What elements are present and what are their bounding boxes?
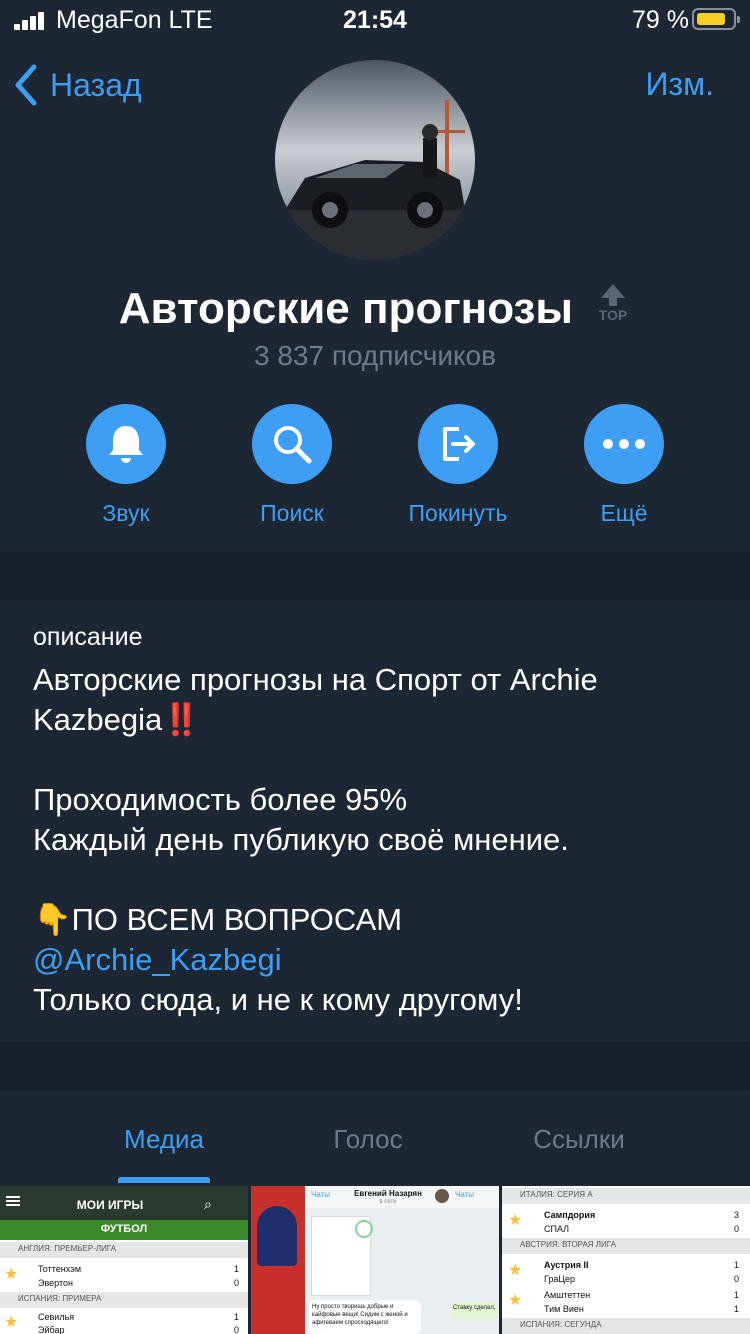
status-bar: MegaFon LTE 21:54 79 % <box>0 0 750 40</box>
tab-media[interactable]: Медиа <box>100 1124 228 1155</box>
thumb-league: АВСТРИЯ: ВТОРАЯ ЛИГА <box>520 1240 616 1249</box>
bell-icon <box>109 426 143 463</box>
star-icon: ★ <box>508 1212 523 1229</box>
tab-links[interactable]: Ссылки <box>508 1124 650 1155</box>
thumb-score: 1 <box>234 1312 240 1322</box>
star-icon: ★ <box>508 1262 523 1279</box>
contact-link[interactable]: @Archie_Kazbegi <box>33 940 723 980</box>
description-text: Авторские прогнозы на Спорт от Archie Ka… <box>33 660 723 1020</box>
leave-icon <box>443 427 475 461</box>
description-line: Авторские прогнозы на Спорт от Archie Ka… <box>33 662 598 737</box>
thumb-message: Ну просто творишь добрые и кайфовые вещи… <box>309 1300 421 1334</box>
search-button[interactable]: Поиск <box>209 404 375 527</box>
thumb-sport: ФУТБОЛ <box>100 1223 148 1235</box>
star-icon: ★ <box>4 1266 19 1283</box>
description-line: Каждый день публикую своё мнение. <box>33 822 569 857</box>
tab-voice[interactable]: Голос <box>304 1124 432 1155</box>
star-icon: ★ <box>508 1292 523 1309</box>
description-line: Только сюда, и не к кому другому! <box>33 982 523 1017</box>
media-tabs: Медиа Голос Ссылки <box>0 1090 750 1186</box>
back-button[interactable]: Назад <box>14 62 142 108</box>
thumb-score: 0 <box>734 1224 740 1234</box>
thumb-team: Эйбар <box>38 1325 65 1334</box>
active-tab-indicator <box>118 1177 210 1183</box>
thumb-league: ИСПАНИЯ: СЕГУНДА <box>520 1320 602 1329</box>
thumb-team: СПАЛ <box>544 1224 570 1234</box>
thumb-score: 1 <box>734 1260 740 1270</box>
thumb-score: 0 <box>234 1278 240 1288</box>
battery-icon <box>692 8 740 30</box>
thumb-league: ИТАЛИЯ: СЕРИЯ А <box>520 1190 593 1199</box>
description-line: ПО ВСЕМ ВОПРОСАМ <box>71 902 403 937</box>
media-thumbnail[interactable]: ИТАЛИЯ: СЕРИЯ А ★ Сампдория 3 СПАЛ 0 АВС… <box>502 1186 750 1334</box>
thumb-contact-name: Евгений Назарян <box>354 1189 422 1198</box>
back-label: Назад <box>50 66 142 103</box>
thumb-contact-status: в сети <box>379 1199 397 1205</box>
pointing-down-emoji: 👇 <box>33 902 72 937</box>
channel-title: Авторские прогнозы TOP <box>0 282 750 337</box>
media-thumbnail[interactable]: Чаты Евгений Назарян в сети Чаты Ну прос… <box>251 1186 499 1334</box>
search-icon <box>274 426 312 464</box>
thumb-score: 0 <box>234 1325 240 1334</box>
thumb-score: 1 <box>734 1290 740 1300</box>
channel-avatar[interactable] <box>275 60 475 260</box>
thumb-league: ИСПАНИЯ: ПРИМЕРА <box>18 1294 102 1303</box>
thumb-team: ГраЦер <box>544 1274 576 1284</box>
section-separator <box>0 553 750 599</box>
thumb-header: МОИ ИГРЫ <box>76 1198 144 1212</box>
thumb-team: Амштеттен <box>544 1290 591 1300</box>
sound-label: Звук <box>102 500 150 526</box>
more-button[interactable]: Ещё <box>541 404 707 527</box>
thumb-message: Ставку сделал, <box>451 1302 497 1320</box>
thumb-score: 1 <box>234 1264 240 1274</box>
thumb-score: 1 <box>734 1304 740 1314</box>
more-icon <box>603 439 645 449</box>
thumb-team: Эвертон <box>38 1278 73 1288</box>
thumb-score: 0 <box>734 1274 740 1284</box>
avatar-image <box>275 60 475 260</box>
thumb-score: 3 <box>734 1210 740 1220</box>
top-badge-label: TOP <box>599 307 628 322</box>
thumb-back-label: Чаты <box>311 1190 331 1199</box>
thumb-team: Аустрия II <box>544 1260 589 1270</box>
top-badge-icon: TOP <box>595 282 631 333</box>
subscriber-count: 3 837 подписчиков <box>253 340 497 371</box>
media-thumbnail[interactable]: МОИ ИГРЫ ⌕ ФУТБОЛ АНГЛИЯ: ПРЕМЬЕР-ЛИГА ★… <box>0 1186 248 1334</box>
search-icon: ⌕ <box>204 1196 212 1212</box>
channel-title-text: Авторские прогнозы <box>118 284 573 333</box>
thumb-team: Тоттенхэм <box>38 1264 82 1274</box>
search-label: Поиск <box>260 500 324 526</box>
leave-label: Покинуть <box>408 500 508 526</box>
thumb-league: АНГЛИЯ: ПРЕМЬЕР-ЛИГА <box>18 1244 117 1253</box>
description-label: описание <box>33 623 143 651</box>
description-section: описание Авторские прогнозы на Спорт от … <box>33 623 723 1020</box>
star-icon: ★ <box>4 1314 19 1331</box>
action-bar: Звук Поиск Покинуть Ещё <box>0 404 750 534</box>
leave-button[interactable]: Покинуть <box>375 404 541 527</box>
chevron-left-icon <box>15 64 37 106</box>
thumb-team: Тим Виен <box>544 1304 584 1314</box>
divider <box>0 599 750 600</box>
thumb-team: Сампдория <box>544 1210 596 1220</box>
thumb-back-label: Чаты <box>455 1190 475 1199</box>
description-line: Проходимость более 95% <box>33 782 408 817</box>
sound-button[interactable]: Звук <box>43 404 209 527</box>
section-separator <box>0 1043 750 1089</box>
battery-percent: 79 % <box>632 6 689 34</box>
thumb-team: Севилья <box>38 1312 75 1322</box>
edit-button[interactable]: Изм. <box>645 66 714 103</box>
more-label: Ещё <box>600 500 648 526</box>
double-exclamation-emoji: ‼️ <box>162 702 201 737</box>
